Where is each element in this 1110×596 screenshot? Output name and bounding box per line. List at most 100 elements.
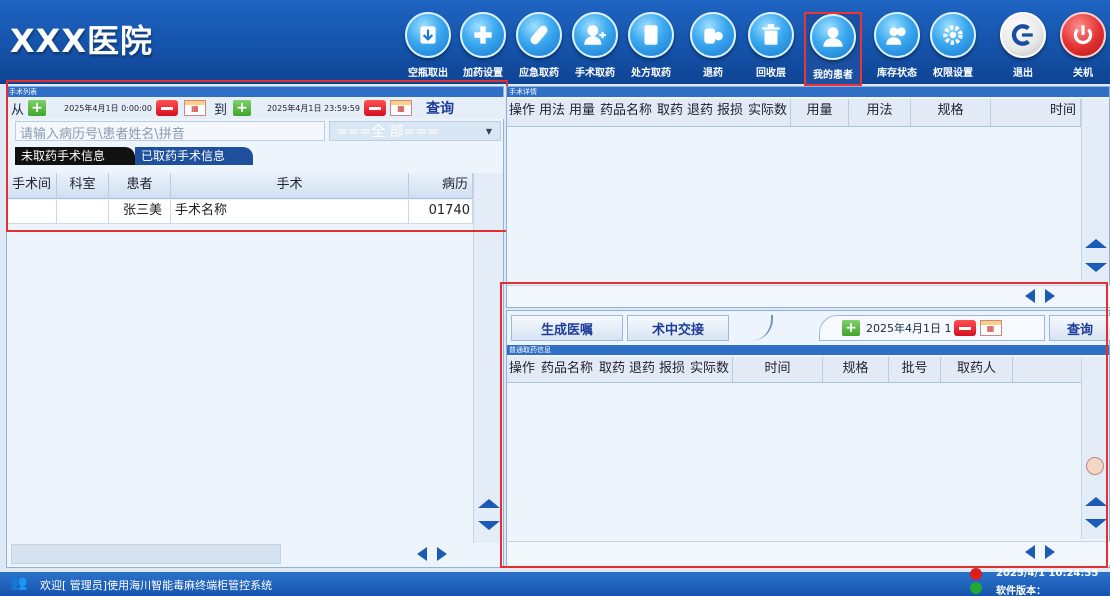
date-increase-button[interactable]: + [842, 320, 860, 336]
surgery-list-panel: 手术列表 从 + 2025年4月1日 0:00:00 ▦ 到 + 2025年4月… [6, 86, 505, 568]
column-header: 规格 [823, 357, 889, 382]
scroll-down-icon[interactable] [1085, 519, 1107, 528]
cell-dept [57, 200, 109, 223]
toolbar-label: 库存状态 [877, 68, 917, 79]
tab-divider [733, 315, 773, 341]
column-header: 报损 [716, 103, 743, 118]
column-header: 实际数 [687, 357, 733, 382]
horizontal-scrollbar-track[interactable] [507, 541, 1110, 565]
tray-out-icon [405, 12, 451, 58]
start-date-increase-button[interactable]: + [28, 100, 47, 116]
toolbar-button-empty-bottle[interactable]: 空瓶取出 [401, 12, 455, 84]
toolbar-button-recycle[interactable]: 回收层 [744, 12, 798, 84]
column-header: 用法 [849, 99, 911, 126]
toolbar-button-my-patients[interactable]: 我的患者 [804, 12, 862, 86]
status-green-icon [970, 582, 982, 594]
date-value[interactable]: 2025年4月1日 1 [866, 320, 952, 336]
scroll-down-icon[interactable] [1085, 263, 1107, 272]
users-icon: 👥 [10, 575, 28, 591]
toolbar-button-permissions[interactable]: 权限设置 [926, 12, 980, 84]
column-header: 规格 [911, 99, 991, 126]
column-header: 用法 [538, 103, 565, 118]
scroll-left-icon[interactable] [1025, 545, 1035, 559]
cell-patient: 张三美 [109, 200, 171, 223]
toolbar-label: 回收层 [756, 68, 786, 79]
scroll-left-icon[interactable] [1025, 289, 1035, 303]
chevron-down-icon: ▼ [485, 126, 492, 136]
column-header: 退药 [686, 103, 713, 118]
horizontal-scrollbar-track[interactable] [11, 544, 281, 564]
toolbar-button-inventory[interactable]: 库存状态 [870, 12, 924, 84]
select-value: ===全 部=== [336, 124, 439, 140]
column-header: 病历 [409, 173, 473, 198]
date-picker[interactable]: + 2025年4月1日 1 ▦ [819, 315, 1045, 341]
end-date-decrease-button[interactable] [363, 100, 386, 116]
table-row[interactable]: 张三美 手术名称 01740 [7, 200, 473, 224]
horizontal-scrollbar-track[interactable] [507, 285, 1110, 307]
column-header: 取药人 [941, 357, 1013, 382]
panel-caption: 普通取药信息 [507, 345, 1109, 355]
toolbar-label: 空瓶取出 [408, 68, 448, 79]
scroll-right-icon[interactable] [1045, 545, 1055, 559]
cell-surgery: 手术名称 [171, 200, 409, 223]
scroll-icon [628, 12, 674, 58]
department-select[interactable]: ===全 部=== ▼ [329, 121, 501, 141]
calendar-icon[interactable]: ▦ [183, 100, 206, 116]
scroll-right-icon[interactable] [1045, 289, 1055, 303]
date-range-row: 从 + 2025年4月1日 0:00:00 ▦ 到 + 2025年4月1日 23… [7, 97, 505, 119]
calendar-icon[interactable]: ▦ [389, 100, 412, 116]
status-red-icon [970, 568, 982, 580]
column-header: 手术间 [7, 173, 57, 198]
search-input[interactable]: 请输入病历号\患者姓名\拼音 [15, 121, 325, 142]
toolbar-label: 我的患者 [813, 70, 853, 81]
intraop-handover-button[interactable]: 术中交接 [627, 315, 729, 341]
query-button[interactable]: 查询 [1049, 315, 1110, 341]
calendar-icon[interactable]: ▦ [979, 320, 1002, 336]
version: 软件版本：4.6.2022.613 [996, 586, 1046, 596]
scroll-right-icon[interactable] [437, 547, 447, 561]
column-header: 报损 [658, 361, 685, 376]
welcome-text: 欢迎[ 管理员]使用海川智能毒麻终端柜管控系统 [40, 579, 273, 592]
generate-order-button[interactable]: 生成医嘱 [511, 315, 623, 341]
scroll-up-icon[interactable] [1085, 497, 1107, 506]
panel-caption: 手术列表 [7, 87, 503, 97]
end-date-increase-button[interactable]: + [232, 100, 251, 116]
panel-caption: 手术详情 [507, 87, 1109, 97]
scroll-up-icon[interactable] [1085, 239, 1107, 248]
vertical-scrollbar[interactable] [473, 173, 503, 543]
cell-record: 01740 [409, 200, 473, 223]
column-header: 药品名称 [599, 103, 652, 118]
column-header: 批号 [889, 357, 941, 382]
dispense-table-header: 操作 药品名称 取药 退药 报损 实际数 时间 规格 批号 取药人 [507, 357, 1081, 383]
query-button[interactable]: 查询 [426, 98, 454, 118]
toolbar-button-add-setting[interactable]: 加药设置 [456, 12, 510, 84]
toolbar-button-exit[interactable]: 退出 [996, 12, 1050, 84]
column-header: 手术 [171, 173, 409, 198]
column-header: 实际数 [745, 99, 791, 126]
regular-dispense-panel: 生成医嘱 术中交接 + 2025年4月1日 1 ▦ 查询 普通取药信息 操作 药… [506, 310, 1110, 568]
scroll-up-icon[interactable] [478, 499, 500, 508]
detail-table-header: 操作 用法 用量 药品名称 取药 退药 报损 实际数 用量 用法 规格 时间 [507, 99, 1081, 127]
user-add-icon [572, 12, 618, 58]
vertical-scrollbar[interactable] [1081, 99, 1109, 283]
trash-icon [748, 12, 794, 58]
vertical-scrollbar[interactable] [1081, 357, 1109, 539]
toolbar-label: 应急取药 [519, 68, 559, 79]
assistant-avatar-icon[interactable] [1086, 457, 1104, 475]
toolbar-button-surgery[interactable]: 手术取药 [568, 12, 622, 84]
start-date-decrease-button[interactable] [155, 100, 178, 116]
scroll-left-icon[interactable] [417, 547, 427, 561]
tab-taken[interactable]: 已取药手术信息 [135, 147, 253, 165]
date-decrease-button[interactable] [953, 320, 976, 336]
start-date-value[interactable]: 2025年4月1日 0:00:00 [64, 103, 152, 114]
column-header: 退药 [628, 361, 655, 376]
toolbar-button-shutdown[interactable]: 关机 [1056, 12, 1110, 84]
detail-table-body [507, 127, 1081, 283]
tab-not-taken[interactable]: 未取药手术信息 [15, 147, 135, 165]
end-date-value[interactable]: 2025年4月1日 23:59:59 [267, 103, 360, 114]
scroll-down-icon[interactable] [478, 521, 500, 530]
column-header: 科室 [57, 173, 109, 198]
toolbar-button-prescription[interactable]: 处方取药 [624, 12, 678, 84]
toolbar-button-return[interactable]: 退药 [686, 12, 740, 84]
toolbar-button-emergency[interactable]: 应急取药 [512, 12, 566, 84]
